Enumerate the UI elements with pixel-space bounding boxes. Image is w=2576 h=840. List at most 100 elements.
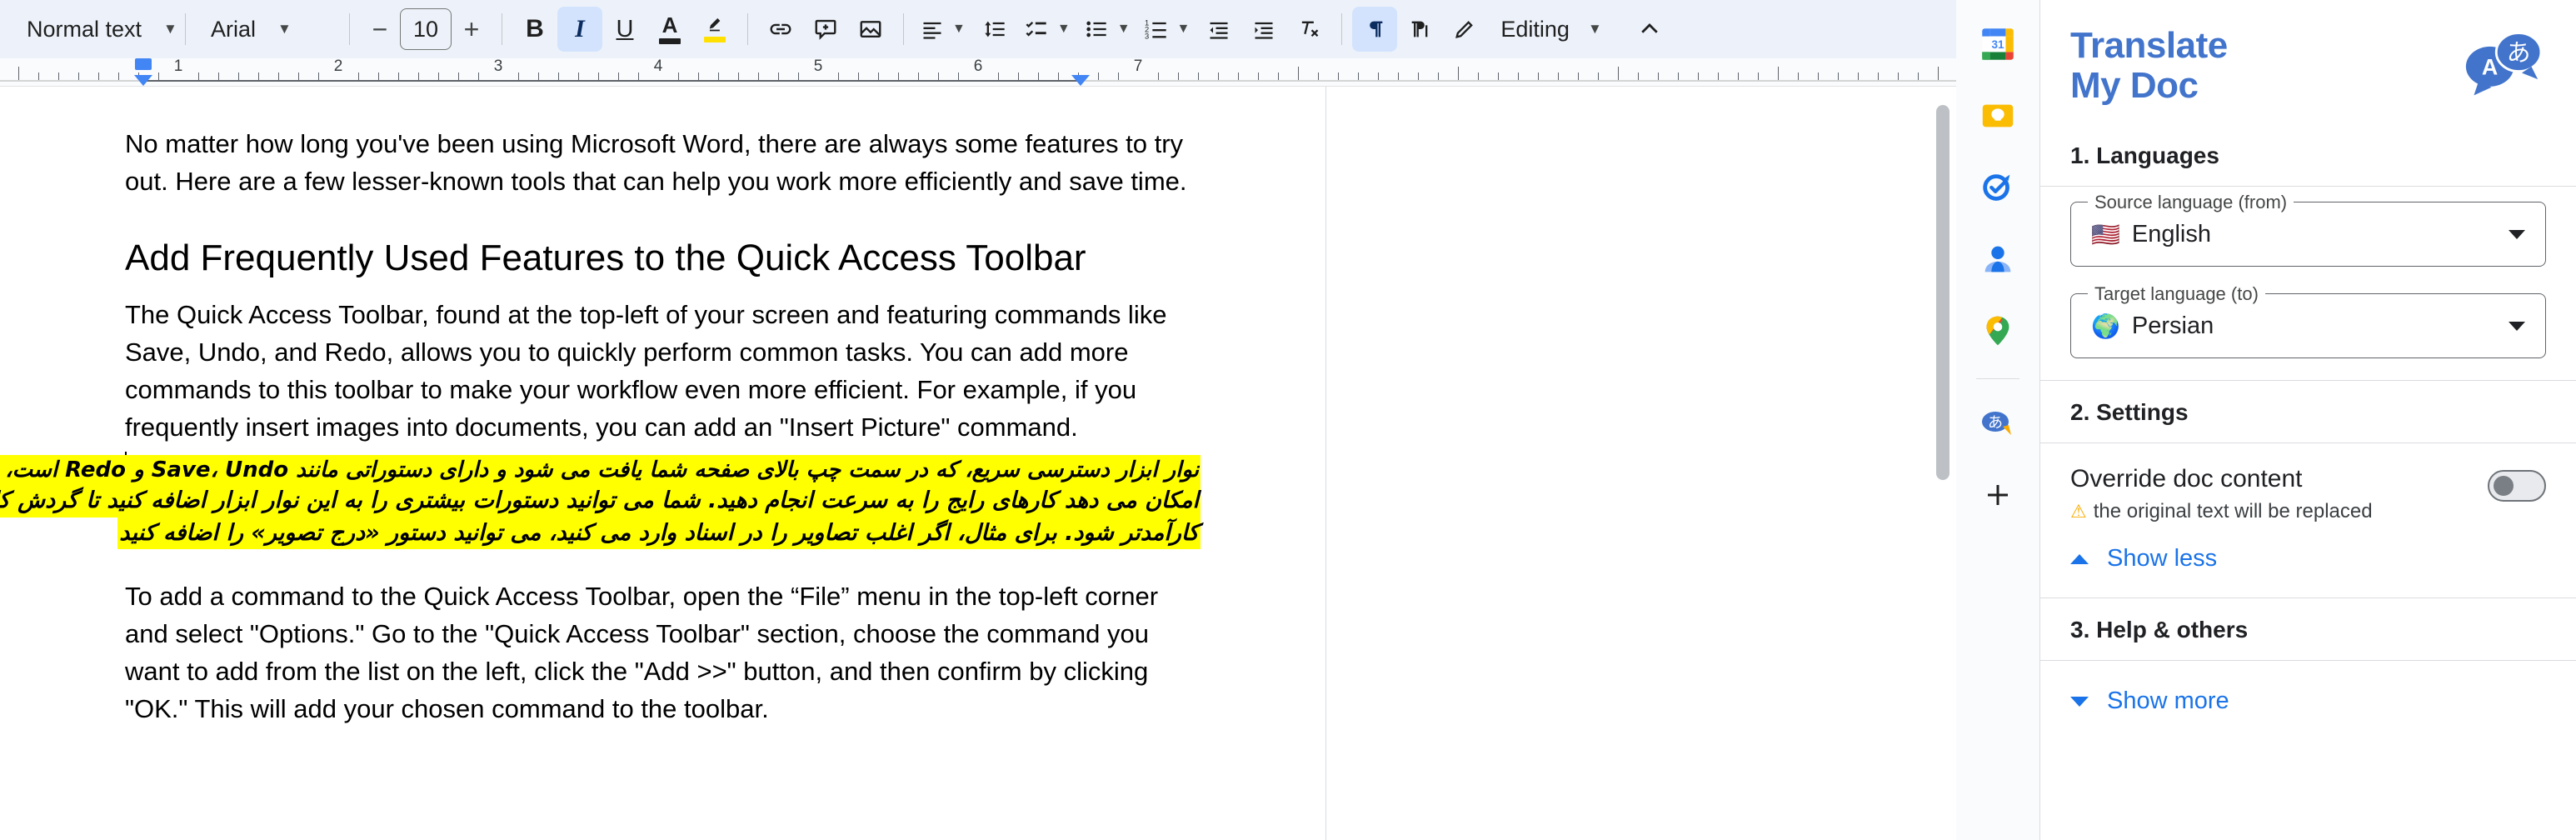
add-addon-button[interactable]: [1966, 463, 2029, 527]
font-family-dropdown[interactable]: Arial ▼: [196, 7, 339, 52]
paragraph-rtl-button[interactable]: [1352, 7, 1398, 52]
insert-link-button[interactable]: [758, 7, 803, 52]
ruler-minor-tick: [598, 72, 599, 80]
highlight-swatch: [704, 37, 726, 42]
ruler-minor-tick: [1338, 72, 1339, 80]
translated-line: کارآمدتر شود. برای مثال، اگر اغلب تصاویر…: [117, 517, 1201, 549]
toolbar-divider: [747, 13, 748, 45]
ruler-minor-tick: [1578, 72, 1579, 80]
google-calendar-icon[interactable]: 31: [1966, 12, 2029, 76]
source-language-select[interactable]: Source language (from) 🇺🇸 English: [2070, 192, 2546, 267]
checklist-button[interactable]: ▼: [1017, 7, 1077, 52]
bulleted-list-button[interactable]: ▼: [1077, 7, 1137, 52]
chevron-down-icon: ▼: [952, 22, 966, 36]
highlight-color-button[interactable]: [692, 7, 737, 52]
ruler-number: 6: [973, 58, 983, 75]
left-indent-marker[interactable]: [133, 75, 152, 86]
document-scrollbar[interactable]: [1936, 105, 1949, 480]
google-contacts-icon[interactable]: [1966, 228, 2029, 291]
section-settings-title: 2. Settings: [2070, 399, 2189, 425]
editing-mode-dropdown[interactable]: Editing ▼: [1487, 7, 1611, 52]
pen-edit-button[interactable]: [1442, 7, 1487, 52]
decrease-indent-button[interactable]: [1196, 7, 1241, 52]
ruler-minor-tick: [1878, 72, 1879, 80]
ruler-minor-tick: [1798, 72, 1799, 80]
decrease-font-size-button[interactable]: −: [360, 9, 400, 49]
document-ruler[interactable]: 1 2 3 4 5 6 7: [0, 58, 1956, 87]
chevron-down-icon: ▼: [1056, 22, 1071, 36]
ruler-minor-tick: [1658, 72, 1659, 80]
highlight-icon: [704, 16, 726, 42]
clear-formatting-button[interactable]: [1286, 7, 1331, 52]
increase-indent-button[interactable]: [1241, 7, 1286, 52]
document-page[interactable]: No matter how long you've been using Mic…: [0, 87, 1326, 840]
add-comment-button[interactable]: [803, 7, 848, 52]
show-more-button[interactable]: Show more: [2040, 661, 2576, 740]
source-language-value-group: 🇺🇸 English: [2091, 221, 2211, 248]
brand-line-2: My Doc: [2070, 64, 2199, 106]
translate-my-doc-icon[interactable]: あ: [1966, 392, 2029, 455]
first-line-indent-marker[interactable]: [134, 58, 152, 70]
toolbar-divider: [185, 13, 186, 45]
text-color-button[interactable]: A: [647, 7, 692, 52]
ruler-minor-tick: [1838, 72, 1839, 80]
italic-button[interactable]: I: [557, 7, 602, 52]
show-more-label: Show more: [2107, 688, 2229, 714]
paragraph-ltr-button[interactable]: [1397, 7, 1442, 52]
ruler-minor-tick: [1118, 72, 1119, 80]
increase-font-size-button[interactable]: +: [452, 9, 492, 49]
ruler-minor-tick: [1898, 72, 1899, 80]
paragraph-style-dropdown[interactable]: Normal text ▼: [12, 7, 177, 52]
ruler-minor-tick: [638, 72, 639, 80]
brand-line-1: Translate: [2070, 24, 2228, 66]
ruler-minor-tick: [418, 72, 419, 80]
flag-icon: 🇺🇸: [2091, 220, 2120, 248]
font-size-input[interactable]: 10: [400, 8, 452, 50]
svg-text:あ: あ: [2507, 38, 2531, 67]
font-family-label: Arial: [211, 16, 257, 42]
override-doc-content-toggle[interactable]: [2488, 470, 2546, 502]
ruler-minor-tick: [858, 72, 859, 80]
chevron-down-icon: ▼: [1587, 21, 1602, 37]
underline-label: U: [616, 15, 634, 42]
ruler-minor-tick: [878, 72, 879, 80]
translate-logo-icon: A あ: [2458, 25, 2546, 106]
google-tasks-icon[interactable]: [1966, 156, 2029, 219]
ruler-minor-tick: [318, 72, 319, 80]
target-language-value: Persian: [2131, 312, 2214, 339]
ruler-minor-tick: [1678, 72, 1679, 80]
text-color-letter: A: [661, 12, 678, 38]
override-note-group: ⚠ the original text will be replaced: [2070, 500, 2373, 523]
insert-image-button[interactable]: [848, 7, 893, 52]
line-spacing-button[interactable]: [972, 7, 1017, 52]
google-maps-icon[interactable]: [1966, 299, 2029, 362]
google-keep-icon[interactable]: [1966, 84, 2029, 148]
bold-button[interactable]: B: [512, 7, 557, 52]
underline-button[interactable]: U: [602, 7, 647, 52]
ruler-minor-tick: [958, 72, 959, 80]
google-docs-window: Normal text ▼ Arial ▼ − 10 + B I U A ▼ ▼…: [0, 0, 2576, 840]
collapse-toolbar-button[interactable]: [1627, 7, 1672, 52]
ruler-minor-tick: [1098, 72, 1099, 80]
svg-text:3: 3: [1145, 32, 1149, 41]
numbered-list-button[interactable]: 123 ▼: [1137, 7, 1197, 52]
translated-line: امکان می دهد کارهای رایج را به سرعت انجا…: [0, 485, 1201, 518]
ruler-minor-tick: [1318, 72, 1319, 80]
ruler-minor-tick: [838, 72, 839, 80]
ruler-minor-tick: [898, 72, 899, 80]
override-text-group: Override doc content ⚠ the original text…: [2070, 465, 2373, 523]
doc-heading: Add Frequently Used Features to the Quic…: [125, 237, 1086, 278]
ruler-minor-tick: [458, 72, 459, 80]
right-indent-marker[interactable]: [1071, 75, 1090, 86]
ruler-minor-tick: [1698, 72, 1699, 80]
ruler-minor-tick: [1478, 72, 1479, 80]
ruler-active-range: [142, 80, 1081, 82]
show-less-button[interactable]: Show less: [2040, 523, 2576, 598]
ruler-minor-tick: [438, 72, 439, 80]
target-language-select[interactable]: Target language (to) 🌍 Persian: [2070, 283, 2546, 358]
ruler-minor-tick: [918, 72, 919, 80]
ruler-minor-tick: [98, 72, 99, 80]
align-dropdown[interactable]: ▼: [914, 7, 972, 52]
override-note: the original text will be replaced: [2093, 500, 2373, 522]
doc-intro-paragraph: No matter how long you've been using Mic…: [125, 129, 1187, 197]
